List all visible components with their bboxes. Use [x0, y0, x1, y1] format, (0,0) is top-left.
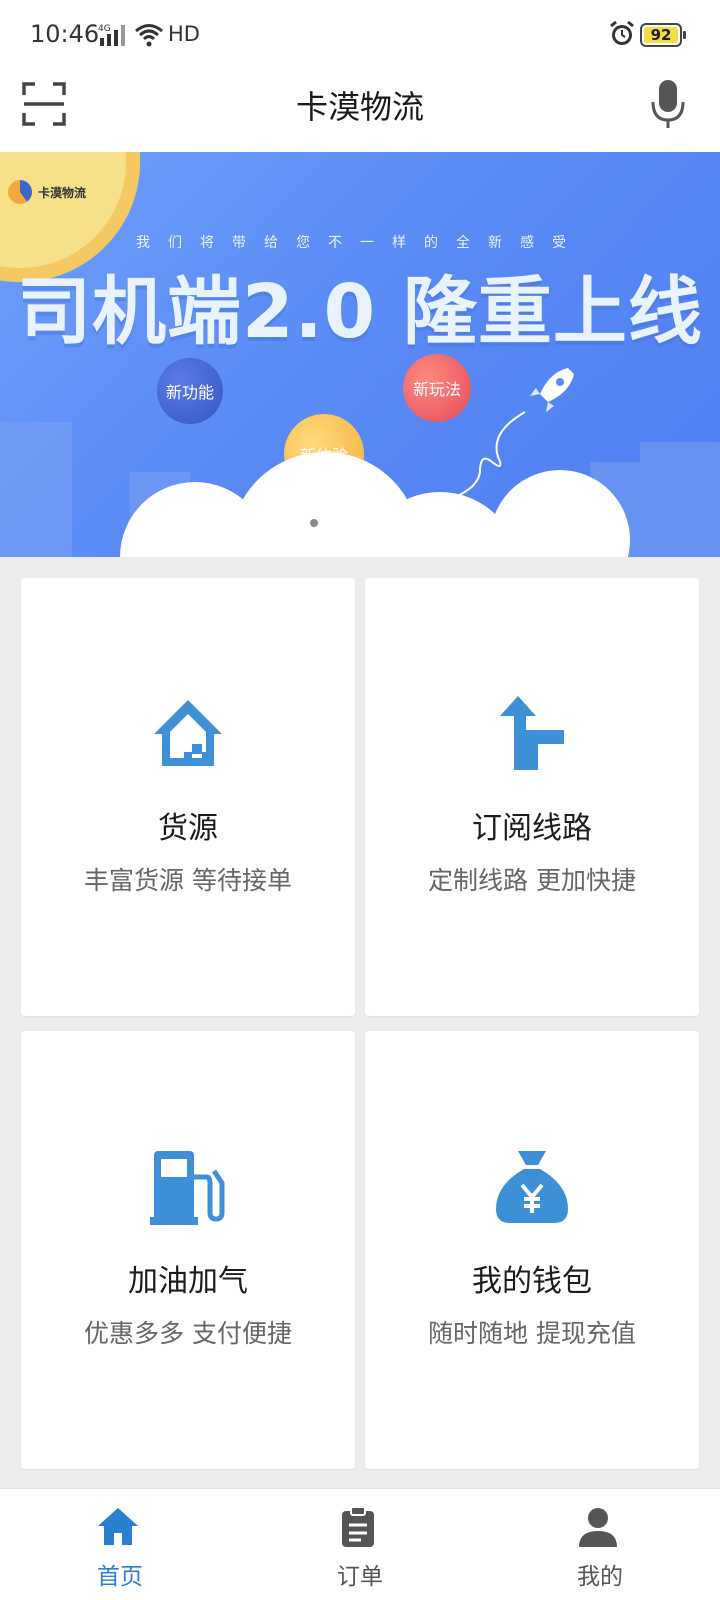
network-label: HD [168, 22, 200, 46]
nav-label-home: 首页 [97, 1564, 143, 1590]
card-subscribe-route[interactable]: 订阅线路 定制线路 更加快捷 [365, 578, 699, 1016]
card-title: 加油加气 [128, 1264, 248, 1299]
banner-title: 司机端2.0 隆重上线 [17, 269, 703, 355]
nav-item-mine[interactable]: 我的 [480, 1489, 720, 1600]
status-time: 10:46 [30, 20, 100, 48]
card-title: 货源 [158, 811, 218, 846]
alarm-icon [610, 20, 634, 45]
card-title: 订阅线路 [472, 811, 592, 846]
card-subtitle: 丰富货源 等待接单 [84, 866, 292, 895]
money-bag-icon [496, 1151, 568, 1223]
status-bar: 10:46 4G HD 92 [0, 0, 720, 70]
card-subtitle: 随时随地 提现充值 [428, 1319, 636, 1348]
card-fuel[interactable]: 加油加气 优惠多多 支付便捷 [21, 1031, 355, 1469]
nav-label-orders: 订单 [337, 1564, 383, 1590]
home-icon [98, 1508, 138, 1545]
card-title: 我的钱包 [472, 1264, 592, 1299]
page-title: 卡漠物流 [295, 88, 424, 126]
user-icon [579, 1508, 617, 1547]
fuel-pump-icon [150, 1151, 225, 1225]
bubble-new-feature: 新功能 [157, 358, 223, 424]
nav-item-orders[interactable]: 订单 [240, 1489, 480, 1600]
banner-logo: 卡漠物流 [8, 178, 86, 206]
banner-subtitle: 我们将带给您不一样的全新感受 [136, 235, 584, 251]
app-header: 卡漠物流 [0, 70, 720, 152]
card-cargo-source[interactable]: 货源 丰富货源 等待接单 [21, 578, 355, 1016]
wifi-icon [135, 24, 163, 47]
card-wallet[interactable]: 我的钱包 随时随地 提现充值 [365, 1031, 699, 1469]
logo-icon [8, 180, 32, 204]
nav-label-mine: 我的 [577, 1564, 623, 1590]
card-subtitle: 优惠多多 支付便捷 [84, 1319, 292, 1348]
building-graphic [0, 422, 72, 557]
microphone-icon[interactable] [650, 78, 686, 130]
logo-text: 卡漠物流 [38, 185, 87, 200]
bottom-navigation: 首页 订单 我的 [0, 1488, 720, 1600]
building-graphic [640, 442, 720, 557]
clipboard-icon [342, 1506, 374, 1547]
battery-icon: 92 [640, 23, 686, 47]
signal-icon: 4G [98, 24, 125, 46]
network-type: 4G [98, 24, 111, 34]
battery-level: 92 [650, 26, 672, 44]
nav-item-home[interactable]: 首页 [0, 1489, 240, 1600]
promo-banner[interactable]: 卡漠物流 我们将带给您不一样的全新感受 司机端2.0 隆重上线 新功能 新玩法 … [0, 152, 720, 557]
rocket-icon [530, 368, 574, 412]
house-icon [154, 700, 222, 766]
route-arrow-icon [500, 696, 564, 770]
card-subtitle: 定制线路 更加快捷 [428, 866, 636, 895]
carousel-indicator[interactable] [310, 519, 318, 527]
